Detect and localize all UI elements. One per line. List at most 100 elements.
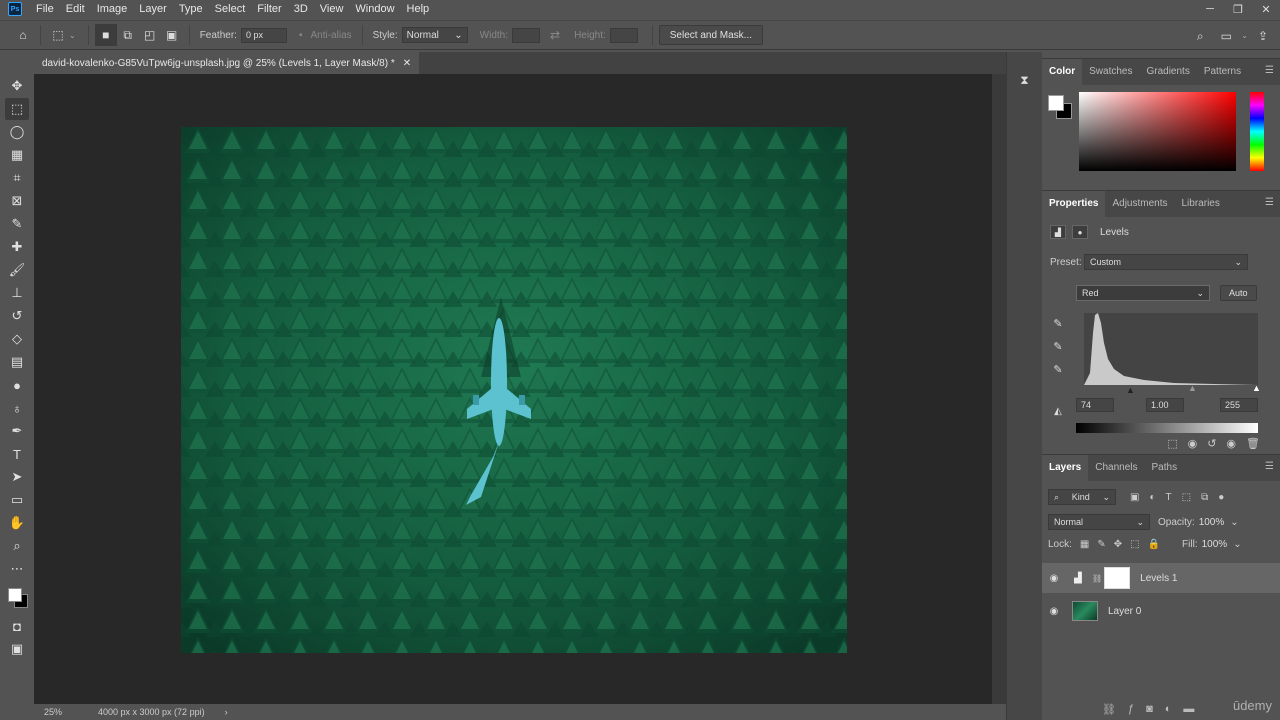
move-tool-icon[interactable]: ✥: [5, 75, 29, 97]
select-and-mask-button[interactable]: Select and Mask...: [658, 25, 764, 45]
toggle-visibility-icon[interactable]: ◉: [1226, 437, 1236, 450]
eraser-tool-icon[interactable]: ◇: [5, 328, 29, 350]
panel-menu-icon[interactable]: ☰: [1265, 65, 1274, 76]
blur-tool-icon[interactable]: ●: [5, 374, 29, 396]
rectangle-tool-icon[interactable]: ▭: [5, 489, 29, 511]
crop-tool-icon[interactable]: ⌗: [5, 167, 29, 189]
menu-image[interactable]: Image: [91, 0, 134, 18]
view-previous-state-icon[interactable]: ◉: [1188, 437, 1198, 450]
input-black-field[interactable]: 74: [1076, 398, 1114, 412]
hue-slider[interactable]: [1250, 92, 1264, 171]
foreground-color-swatch[interactable]: [1048, 95, 1064, 111]
layer-mask-thumbnail[interactable]: [1104, 567, 1131, 589]
chevron-down-icon[interactable]: ⌄: [1233, 539, 1241, 550]
tab-layers[interactable]: Layers: [1042, 455, 1089, 481]
zoom-tool-icon[interactable]: ⌕: [5, 535, 29, 557]
visibility-eye-icon[interactable]: ◉: [1042, 573, 1066, 584]
calculate-more-accurate-histogram-icon[interactable]: ◭: [1048, 403, 1068, 419]
add-selection-icon[interactable]: ⧉: [117, 24, 139, 46]
tab-paths[interactable]: Paths: [1145, 455, 1185, 481]
white-input-slider-icon[interactable]: ▲: [1252, 383, 1261, 393]
workspace-icon[interactable]: ▭: [1215, 25, 1237, 47]
black-point-eyedropper-icon[interactable]: ✎: [1050, 315, 1066, 331]
black-input-slider-icon[interactable]: ▲: [1126, 385, 1135, 395]
gradient-tool-icon[interactable]: ▤: [5, 351, 29, 373]
color-picker-field[interactable]: [1079, 92, 1236, 171]
tab-gradients[interactable]: Gradients: [1139, 59, 1196, 85]
layer-mask-icon[interactable]: ●: [1072, 225, 1088, 239]
feather-input[interactable]: 0 px: [240, 27, 287, 43]
pen-tool-icon[interactable]: ✒: [5, 420, 29, 442]
width-input[interactable]: [512, 27, 540, 43]
minimize-icon[interactable]: ─: [1196, 0, 1224, 18]
layer-name[interactable]: Layer 0: [1108, 606, 1141, 617]
menu-3d[interactable]: 3D: [288, 0, 314, 18]
filter-type-icon[interactable]: T: [1166, 492, 1172, 503]
gray-point-eyedropper-icon[interactable]: ✎: [1050, 338, 1066, 354]
eyedropper-tool-icon[interactable]: ✎: [5, 213, 29, 235]
tab-patterns[interactable]: Patterns: [1197, 59, 1248, 85]
panel-menu-icon[interactable]: ☰: [1265, 461, 1274, 472]
path-selection-tool-icon[interactable]: ➤: [5, 466, 29, 488]
style-select[interactable]: Normal ⌄: [401, 27, 468, 43]
intersect-selection-icon[interactable]: ▣: [161, 24, 183, 46]
new-selection-icon[interactable]: ■: [94, 24, 117, 46]
delete-adjustment-icon[interactable]: 🗑: [1246, 437, 1260, 450]
close-icon[interactable]: ✕: [1252, 0, 1280, 18]
preset-select[interactable]: Custom ⌄: [1084, 254, 1248, 270]
blend-mode-select[interactable]: Normal ⌄: [1048, 514, 1150, 530]
checkbox-icon[interactable]: ▪: [299, 30, 303, 41]
dodge-tool-icon[interactable]: ♁: [5, 397, 29, 419]
document-image[interactable]: [181, 127, 847, 653]
menu-file[interactable]: File: [30, 0, 60, 18]
chevron-down-icon[interactable]: ⌄: [69, 31, 76, 40]
height-input[interactable]: [609, 27, 638, 43]
clone-stamp-tool-icon[interactable]: ⊥: [5, 282, 29, 304]
layer-row-levels-1[interactable]: ◉ ▟ ⛓ Levels 1: [1042, 563, 1280, 593]
subtract-selection-icon[interactable]: ◰: [139, 24, 161, 46]
filter-shape-icon[interactable]: ⬚: [1182, 492, 1191, 503]
document-tab[interactable]: david-kovalenko-G85VuTpw6jg-unsplash.jpg…: [34, 52, 420, 74]
home-icon[interactable]: ⌂: [12, 24, 34, 46]
menu-select[interactable]: Select: [209, 0, 252, 18]
new-adjustment-layer-icon[interactable]: ◐: [1165, 703, 1172, 716]
filter-toggle-icon[interactable]: ●: [1218, 492, 1224, 503]
reset-icon[interactable]: ↺: [1207, 437, 1216, 450]
tab-channels[interactable]: Channels: [1088, 455, 1144, 481]
lasso-tool-icon[interactable]: ◯: [5, 121, 29, 143]
healing-brush-tool-icon[interactable]: ✚: [5, 236, 29, 258]
rectangular-marquee-tool-icon[interactable]: ⬚: [5, 98, 29, 120]
frame-tool-icon[interactable]: ⊠: [5, 190, 29, 212]
gamma-input-slider-icon[interactable]: ▲: [1188, 383, 1197, 393]
history-panel-icon[interactable]: ⧗: [1015, 70, 1035, 90]
search-icon[interactable]: ⌕: [1189, 25, 1211, 47]
mask-link-icon[interactable]: ⛓: [1092, 574, 1102, 583]
opacity-value[interactable]: 100%: [1199, 517, 1225, 528]
object-selection-tool-icon[interactable]: ▦: [5, 144, 29, 166]
menu-help[interactable]: Help: [401, 0, 436, 18]
menu-type[interactable]: Type: [173, 0, 209, 18]
panel-menu-icon[interactable]: ☰: [1265, 197, 1274, 208]
history-brush-tool-icon[interactable]: ↺: [5, 305, 29, 327]
layer-row-layer-0[interactable]: ◉ Layer 0: [1042, 596, 1280, 626]
lock-artboard-icon[interactable]: ⬚: [1130, 539, 1139, 550]
input-white-field[interactable]: 255: [1220, 398, 1258, 412]
vertical-scrollbar[interactable]: [992, 74, 1006, 704]
tab-properties[interactable]: Properties: [1042, 191, 1106, 217]
brush-tool-icon[interactable]: 🖌: [5, 259, 29, 281]
link-layers-icon[interactable]: ⛓: [1102, 703, 1116, 716]
tab-libraries[interactable]: Libraries: [1175, 191, 1227, 217]
visibility-eye-icon[interactable]: ◉: [1042, 606, 1066, 617]
screen-mode-icon[interactable]: ▣: [5, 638, 29, 660]
menu-layer[interactable]: Layer: [133, 0, 173, 18]
chevron-down-icon[interactable]: ⌄: [1230, 517, 1238, 528]
tab-adjustments[interactable]: Adjustments: [1105, 191, 1174, 217]
tab-swatches[interactable]: Swatches: [1082, 59, 1139, 85]
channel-select[interactable]: Red ⌄: [1076, 285, 1210, 301]
filter-pixel-icon[interactable]: ▣: [1130, 492, 1139, 503]
clip-to-layer-icon[interactable]: ⬚: [1167, 437, 1177, 450]
output-levels-gradient[interactable]: [1076, 423, 1258, 433]
chevron-right-icon[interactable]: ›: [225, 707, 228, 717]
close-tab-icon[interactable]: ✕: [403, 58, 411, 69]
hand-tool-icon[interactable]: ✋: [5, 512, 29, 534]
